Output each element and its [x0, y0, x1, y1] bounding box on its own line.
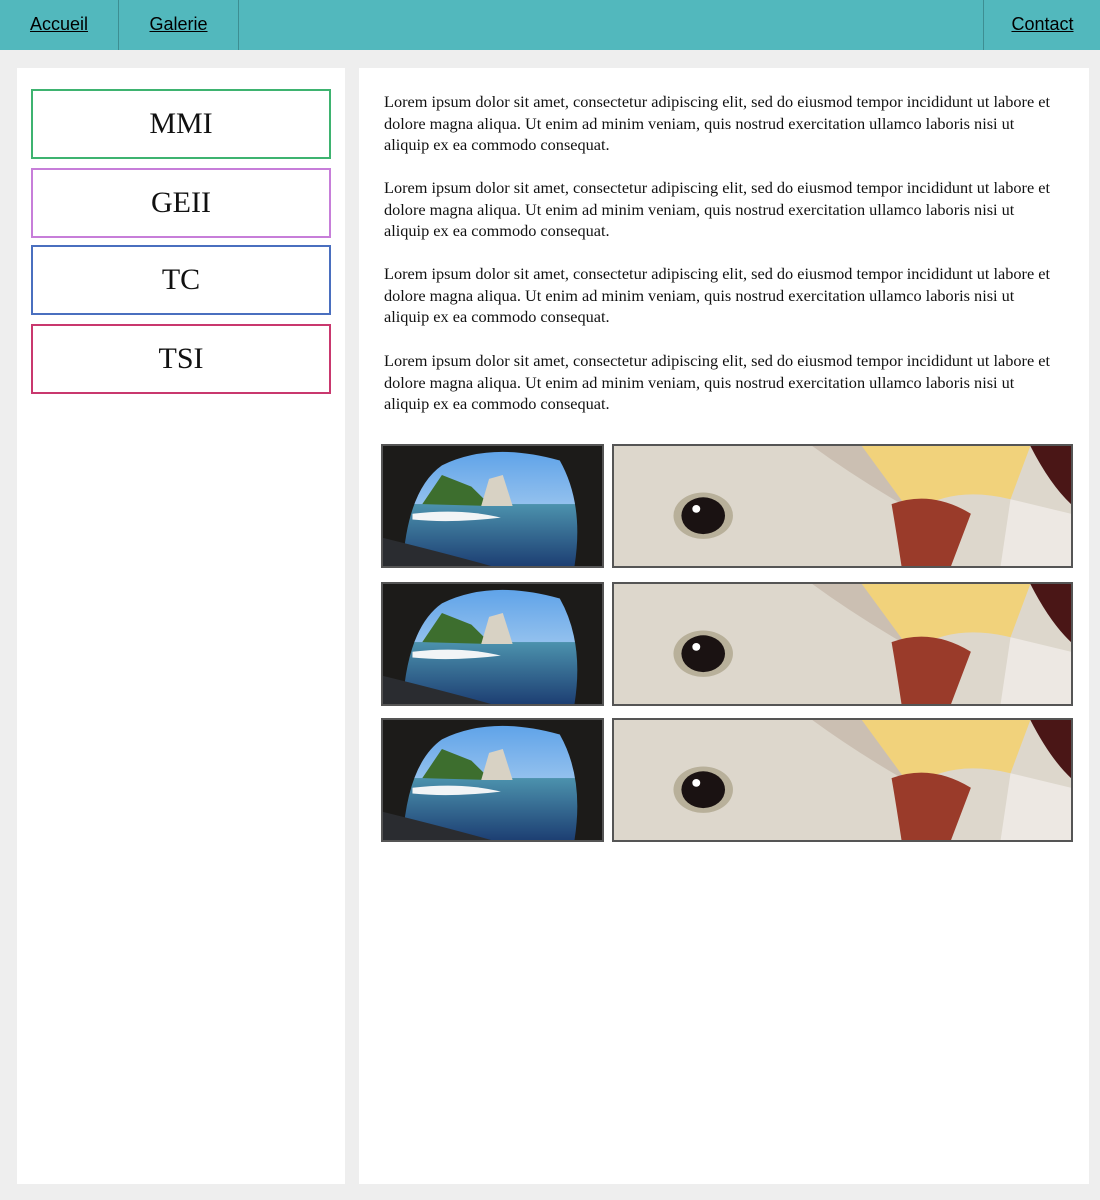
nav-link-contact[interactable]: Contact: [983, 0, 1100, 50]
paragraph: Lorem ipsum dolor sit amet, consectetur …: [384, 92, 1051, 155]
nav-link-accueil[interactable]: Accueil: [0, 0, 119, 50]
nav-link-galerie[interactable]: Galerie: [119, 0, 239, 50]
sidebar-item-tc[interactable]: TC: [31, 245, 331, 315]
sea-cave-photo[interactable]: [381, 444, 604, 568]
paragraph: Lorem ipsum dolor sit amet, consectetur …: [384, 351, 1051, 414]
sidebar: MMI GEII TC TSI: [17, 68, 345, 1184]
paragraph: Lorem ipsum dolor sit amet, consectetur …: [384, 178, 1051, 241]
bird-closeup-photo[interactable]: [612, 582, 1073, 706]
sidebar-item-geii[interactable]: GEII: [31, 168, 331, 238]
bird-closeup-photo[interactable]: [612, 444, 1073, 568]
sea-cave-photo[interactable]: [381, 718, 604, 842]
sidebar-item-tsi[interactable]: TSI: [31, 324, 331, 394]
top-navbar: Accueil Galerie Contact: [0, 0, 1100, 50]
bird-closeup-photo[interactable]: [612, 718, 1073, 842]
sidebar-item-mmi[interactable]: MMI: [31, 89, 331, 159]
sea-cave-photo[interactable]: [381, 582, 604, 706]
paragraph: Lorem ipsum dolor sit amet, consectetur …: [384, 264, 1051, 327]
main-content: Lorem ipsum dolor sit amet, consectetur …: [359, 68, 1089, 1184]
